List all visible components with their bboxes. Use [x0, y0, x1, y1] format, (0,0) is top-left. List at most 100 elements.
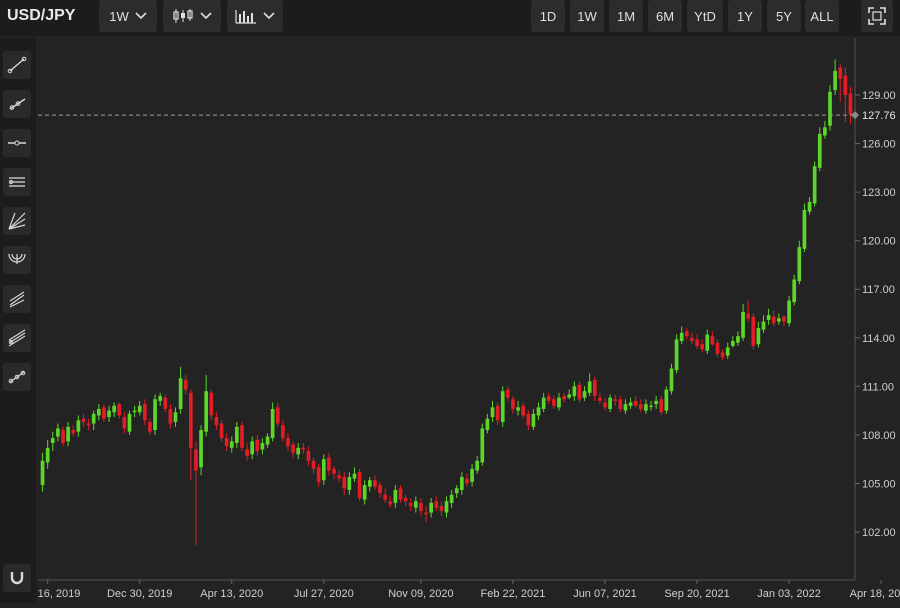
range-button-5y[interactable]: 5Y — [767, 0, 801, 32]
candle-body — [833, 70, 837, 91]
y-tick-label: 117.00 — [862, 284, 895, 296]
candle-body — [730, 341, 735, 346]
tool-ray[interactable] — [3, 90, 31, 118]
range-button-1m[interactable]: 1M — [609, 0, 643, 32]
candlestick-chart[interactable]: 102.00 105.00 108.00 111.00 114.00 117.00 120.… — [15, 38, 900, 603]
candle-body — [817, 133, 822, 168]
pitchfork-icon — [8, 370, 26, 384]
fullscreen-button[interactable] — [861, 0, 893, 32]
candle-body — [439, 506, 444, 511]
candle-body — [291, 444, 295, 453]
candle-body — [337, 475, 341, 479]
candle-body — [286, 438, 290, 447]
candle-body — [168, 408, 173, 424]
candle-body — [766, 315, 771, 320]
range-button-1d[interactable]: 1D — [531, 0, 565, 32]
candlestick-icon — [173, 9, 193, 23]
arc-icon — [8, 253, 26, 264]
y-tick-label: 111.00 — [862, 381, 894, 393]
ray-icon — [9, 98, 26, 110]
candle-body — [465, 478, 469, 484]
range-button-1w[interactable]: 1W — [570, 0, 604, 32]
candle-body — [782, 316, 786, 322]
fan-icon — [8, 212, 26, 230]
candle-body — [506, 389, 510, 398]
candle-body — [797, 247, 802, 282]
candle-body — [587, 381, 592, 393]
candle-body — [644, 404, 648, 411]
range-label: 1Y — [737, 8, 753, 24]
candle-body — [771, 316, 776, 324]
x-tick-label: Apr 18, 2022 — [850, 588, 900, 600]
chart-type-dropdown[interactable] — [163, 0, 221, 32]
candle-body — [516, 407, 520, 411]
candle-body — [408, 502, 413, 507]
indicators-icon — [235, 10, 256, 24]
candle-body — [700, 344, 705, 350]
candle-body — [812, 166, 817, 204]
candle-body — [383, 494, 387, 500]
candle-body — [659, 399, 664, 413]
candle-body — [613, 399, 618, 401]
range-label: 1D — [539, 8, 557, 24]
x-tick-label: Sep 16, 2019 — [38, 588, 80, 600]
candle-body — [178, 378, 183, 409]
fullscreen-icon — [868, 7, 886, 25]
candle-body — [787, 300, 791, 324]
fib-retracement-icon — [9, 291, 25, 308]
candle-body — [592, 379, 597, 397]
interval-dropdown[interactable]: 1W — [99, 0, 157, 32]
candle-body — [649, 405, 653, 407]
tool-fan[interactable] — [3, 207, 31, 235]
tool-fib-retracement[interactable] — [3, 285, 31, 313]
candle-body — [96, 408, 101, 416]
candle-body — [127, 413, 132, 432]
candle-body — [163, 397, 168, 409]
indicators-dropdown[interactable] — [227, 0, 283, 32]
candle-body — [173, 412, 178, 422]
x-tick-label: Feb 22, 2021 — [481, 588, 546, 600]
candle-body — [413, 501, 418, 508]
candle-body — [628, 402, 633, 406]
tool-horizontal-line[interactable] — [3, 129, 31, 157]
candle-body — [301, 447, 306, 450]
candle-body — [240, 425, 244, 448]
candle-body — [715, 342, 720, 354]
tool-parallel-channel[interactable] — [3, 168, 31, 196]
candle-body — [577, 384, 582, 400]
candle-body — [792, 279, 797, 303]
candle-body — [250, 441, 255, 455]
y-tick-label: 123.00 — [862, 187, 896, 199]
chart-area[interactable]: 102.00 105.00 108.00 111.00 114.00 117.00 120.… — [15, 38, 900, 603]
drawing-toolbar — [0, 38, 36, 603]
candle-body — [81, 418, 86, 422]
candle-body — [720, 352, 725, 358]
candle-body — [352, 473, 357, 479]
candle-body — [158, 396, 163, 401]
tool-arc[interactable] — [3, 246, 31, 274]
y-tick-label: 120.00 — [862, 236, 896, 248]
candle-body — [102, 407, 106, 419]
range-button-ytd[interactable]: YtD — [687, 0, 723, 32]
range-button-1y[interactable]: 1Y — [728, 0, 762, 32]
candle-body — [321, 459, 326, 481]
candle-body — [552, 399, 556, 406]
candle-body — [500, 391, 505, 422]
x-tick-label: Sep 20, 2021 — [664, 588, 729, 600]
candle — [797, 240, 802, 285]
range-button-6m[interactable]: 6M — [648, 0, 682, 32]
candle-body — [511, 399, 515, 409]
candle-body — [66, 426, 70, 442]
range-label: 1W — [577, 8, 597, 24]
candle-body — [690, 337, 694, 342]
range-button-all[interactable]: ALL — [805, 0, 839, 32]
tool-pitchfork[interactable] — [3, 363, 31, 391]
magnet-icon — [10, 572, 24, 585]
candle — [802, 203, 807, 252]
candle-body — [137, 405, 142, 413]
candle-body — [142, 404, 147, 421]
candle-body — [204, 391, 209, 432]
tool-trend-line[interactable] — [3, 51, 31, 79]
tool-fib-channel[interactable] — [3, 324, 31, 352]
tool-magnet[interactable] — [3, 564, 31, 592]
